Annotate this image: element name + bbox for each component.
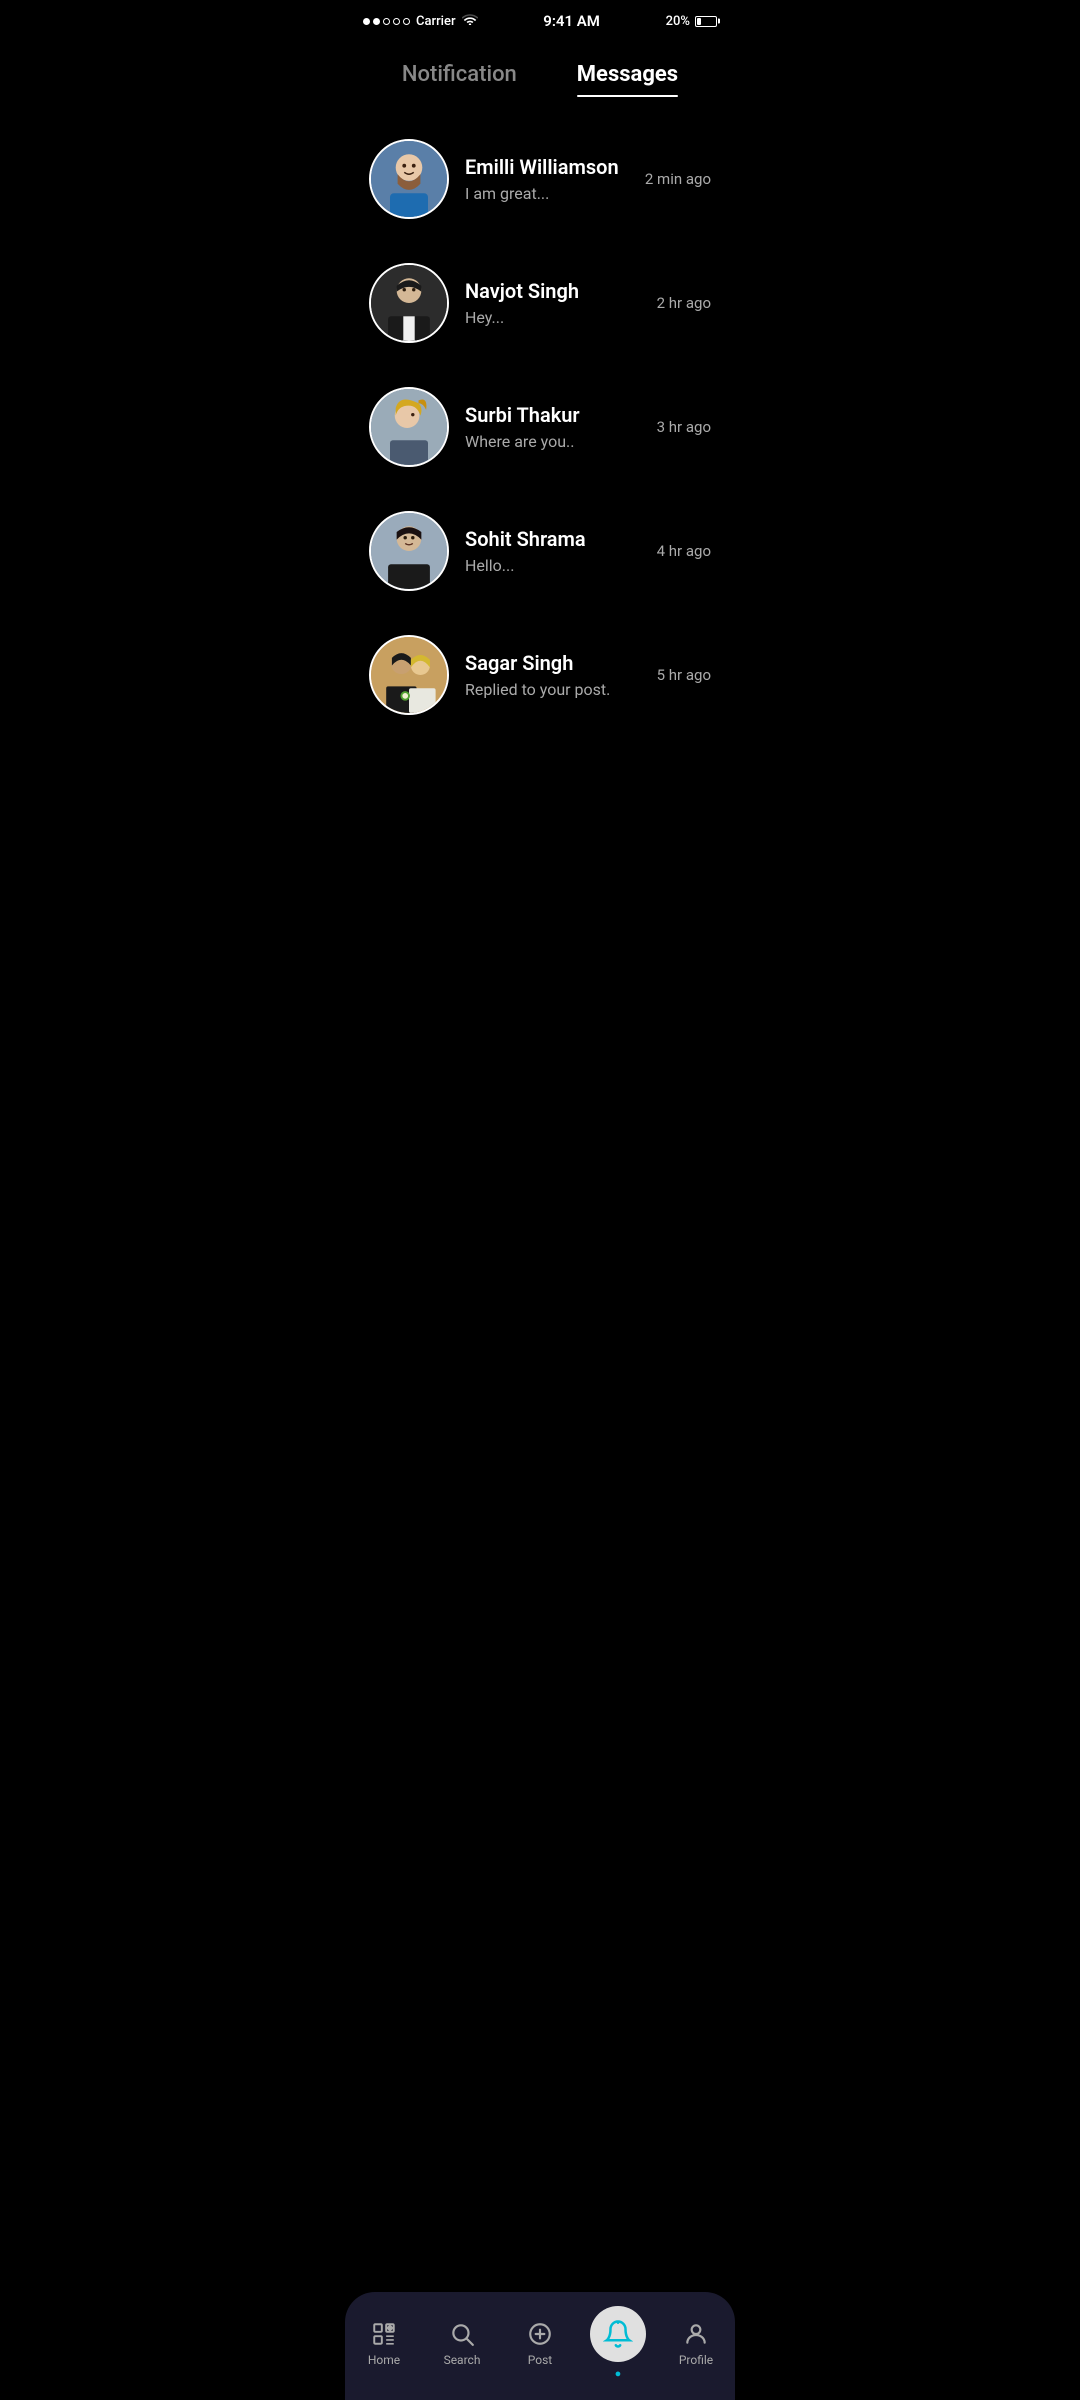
nav-item-home[interactable]: Home	[345, 2320, 423, 2367]
user-avatar-2	[371, 263, 447, 343]
avatar	[369, 139, 449, 219]
user-avatar-5	[371, 635, 447, 715]
signal-dot-4	[393, 18, 400, 25]
battery-percent: 20%	[666, 14, 690, 29]
bottom-nav: Home Search Post	[345, 2292, 735, 2400]
profile-icon	[682, 2320, 710, 2348]
message-content: Navjot Singh Hey...	[449, 279, 657, 327]
message-preview: Replied to your post.	[465, 680, 641, 699]
message-time: 5 hr ago	[657, 666, 711, 684]
carrier-label: Carrier	[416, 14, 456, 29]
nav-item-profile[interactable]: Profile	[657, 2320, 735, 2367]
message-time: 2 hr ago	[657, 294, 711, 312]
nav-item-search[interactable]: Search	[423, 2320, 501, 2367]
message-preview: Where are you..	[465, 432, 641, 451]
nav-label-home: Home	[368, 2353, 400, 2367]
home-icon	[370, 2320, 398, 2348]
signal-icon	[363, 18, 410, 25]
message-preview: Hello...	[465, 556, 641, 575]
message-content: Sagar Singh Replied to your post.	[449, 651, 657, 699]
message-item[interactable]: Sagar Singh Replied to your post. 5 hr a…	[345, 613, 735, 737]
message-content: Emilli Williamson I am great...	[449, 155, 645, 203]
status-left: Carrier	[363, 13, 478, 29]
signal-dot-2	[373, 18, 380, 25]
post-icon	[526, 2320, 554, 2348]
message-content: Surbi Thakur Where are you..	[449, 403, 657, 451]
nav-label-profile: Profile	[679, 2353, 713, 2367]
user-avatar-4	[371, 511, 447, 591]
message-preview: I am great...	[465, 184, 629, 203]
search-icon	[448, 2320, 476, 2348]
message-item[interactable]: Sohit Shrama Hello... 4 hr ago	[345, 489, 735, 613]
notification-bell-circle	[590, 2306, 646, 2362]
message-item[interactable]: Surbi Thakur Where are you.. 3 hr ago	[345, 365, 735, 489]
nav-label-search: Search	[444, 2353, 481, 2367]
tab-messages[interactable]: Messages	[577, 62, 678, 97]
message-list: Emilli Williamson I am great... 2 min ag…	[345, 97, 735, 757]
message-item[interactable]: Emilli Williamson I am great... 2 min ag…	[345, 117, 735, 241]
signal-dot-5	[403, 18, 410, 25]
contact-name: Sagar Singh	[465, 651, 641, 675]
nav-label-post: Post	[528, 2353, 552, 2367]
contact-name: Emilli Williamson	[465, 155, 629, 179]
signal-dot-3	[383, 18, 390, 25]
status-bar: Carrier 9:41 AM 20%	[345, 0, 735, 38]
wifi-icon	[462, 13, 478, 29]
avatar	[369, 635, 449, 715]
avatar	[369, 387, 449, 467]
message-content: Sohit Shrama Hello...	[449, 527, 657, 575]
avatar	[369, 511, 449, 591]
contact-name: Navjot Singh	[465, 279, 641, 303]
contact-name: Sohit Shrama	[465, 527, 641, 551]
tab-notification[interactable]: Notification	[402, 62, 517, 97]
nav-label-notification: ●	[615, 2367, 622, 2380]
signal-dot-1	[363, 18, 370, 25]
tabs-container: Notification Messages	[345, 38, 735, 97]
nav-item-notification[interactable]: ●	[579, 2306, 657, 2380]
message-time: 2 min ago	[645, 170, 711, 188]
message-preview: Hey...	[465, 308, 641, 327]
message-item[interactable]: Navjot Singh Hey... 2 hr ago	[345, 241, 735, 365]
status-right: 20%	[666, 14, 717, 29]
contact-name: Surbi Thakur	[465, 403, 641, 427]
user-avatar-3	[371, 387, 447, 467]
avatar	[369, 263, 449, 343]
message-time: 4 hr ago	[657, 542, 711, 560]
battery-icon	[695, 16, 717, 27]
nav-item-post[interactable]: Post	[501, 2320, 579, 2367]
message-time: 3 hr ago	[657, 418, 711, 436]
status-time: 9:41 AM	[543, 12, 600, 30]
user-avatar-1	[371, 139, 447, 219]
